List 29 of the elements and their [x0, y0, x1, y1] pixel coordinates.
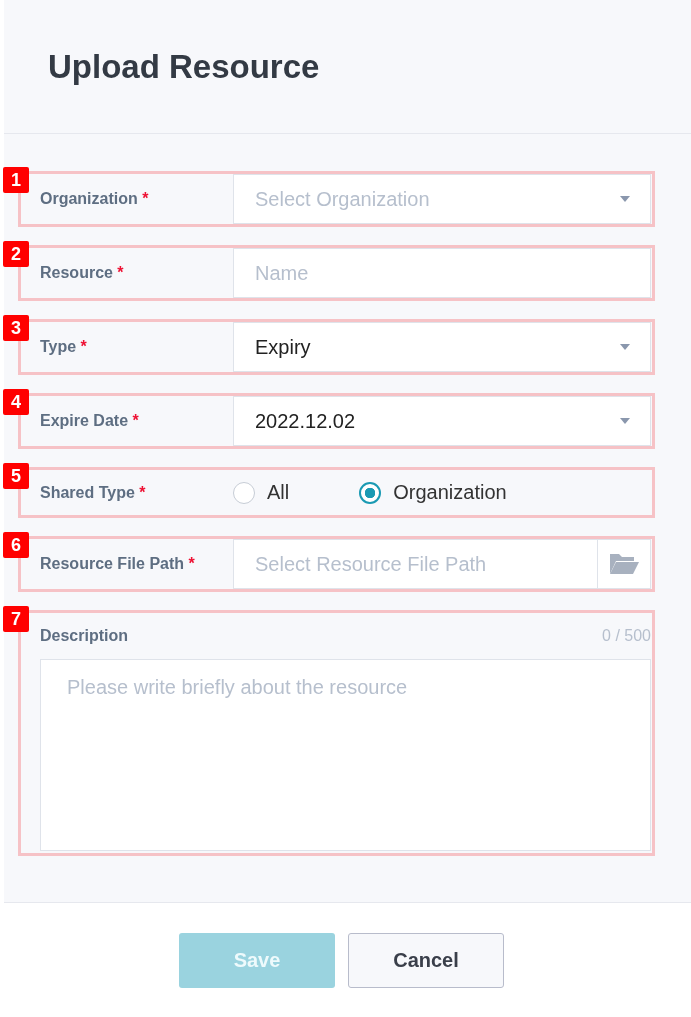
callout-number: 3 — [3, 315, 29, 341]
description-field[interactable]: Please write briefly about the resource — [40, 659, 651, 851]
dialog-title: Upload Resource — [48, 47, 320, 86]
callout-number: 5 — [3, 463, 29, 489]
radio-button[interactable] — [233, 481, 255, 504]
callout-number: 7 — [3, 606, 29, 632]
callout-number: 6 — [3, 532, 29, 558]
caret-icon — [620, 196, 630, 202]
caret-icon — [620, 344, 630, 350]
field-label: Resource * — [39, 264, 125, 282]
folder-icon[interactable] — [608, 552, 640, 576]
dropdown-field[interactable]: Expiry — [233, 322, 651, 372]
dropdown-field[interactable]: 2022.12.02 — [233, 396, 651, 446]
field-label: Organization * — [39, 190, 150, 208]
field-label: Resource File Path * — [39, 555, 196, 573]
radio-option[interactable]: All — [233, 481, 290, 504]
field-label: Expire Date * — [39, 412, 140, 430]
cancel-button[interactable]: Cancel — [348, 933, 504, 988]
field-label: Type * — [39, 338, 88, 356]
callout-number: 4 — [3, 389, 29, 415]
field-label: Shared Type * — [39, 483, 147, 502]
radio-option[interactable]: Organization — [359, 481, 507, 504]
character-counter: 0 / 500 — [602, 627, 651, 645]
callout-number: 1 — [3, 167, 29, 193]
radio-button[interactable] — [359, 481, 382, 504]
name-field[interactable]: Name — [233, 248, 651, 298]
caret-icon — [620, 418, 630, 424]
field-label: Description — [40, 627, 128, 645]
callout-number: 2 — [3, 241, 29, 267]
